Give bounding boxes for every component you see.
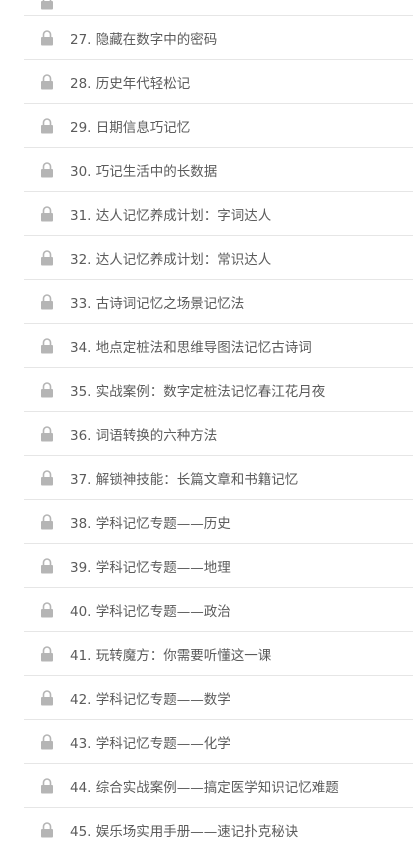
lock-icon	[41, 557, 53, 573]
lesson-row[interactable]: 39. 学科记忆专题——地理	[24, 544, 413, 588]
lesson-title: 38. 学科记忆专题——历史	[70, 515, 231, 532]
lesson-row[interactable]: 43. 学科记忆专题——化学	[24, 720, 413, 764]
lesson-row[interactable]: 31. 达人记忆养成计划：字词达人	[24, 192, 413, 236]
lesson-title: 31. 达人记忆养成计划：字词达人	[70, 207, 272, 224]
lock-icon	[41, 249, 53, 265]
lesson-row[interactable]: 38. 学科记忆专题——历史	[24, 500, 413, 544]
lesson-row[interactable]: 34. 地点定桩法和思维导图法记忆古诗词	[24, 324, 413, 368]
lesson-title: 45. 娱乐场实用手册——速记扑克秘诀	[70, 824, 299, 840]
lesson-row[interactable]: 44. 综合实战案例——搞定医学知识记忆难题	[24, 764, 413, 808]
lock-icon	[41, 73, 53, 89]
lock-icon	[41, 425, 53, 441]
lock-icon	[41, 469, 53, 485]
lock-icon	[41, 381, 53, 397]
lesson-title: 37. 解锁神技能：长篇文章和书籍记忆	[70, 471, 299, 488]
lock-icon	[41, 822, 53, 838]
lock-icon	[41, 293, 53, 309]
lesson-title: 41. 玩转魔方：你需要听懂这一课	[70, 647, 272, 664]
lesson-list: 27. 隐藏在数字中的密码 28. 历史年代轻松记 29. 日期信息巧记忆 30…	[0, 0, 413, 852]
lesson-title: 42. 学科记忆专题——数学	[70, 691, 231, 708]
lesson-row[interactable]: 28. 历史年代轻松记	[24, 60, 413, 104]
lock-icon	[41, 777, 53, 793]
lesson-row[interactable]	[24, 0, 413, 16]
lock-icon	[41, 689, 53, 705]
lock-icon	[41, 161, 53, 177]
lock-icon	[41, 733, 53, 749]
lesson-title: 44. 综合实战案例——搞定医学知识记忆难题	[70, 779, 339, 796]
lesson-row[interactable]: 37. 解锁神技能：长篇文章和书籍记忆	[24, 456, 413, 500]
lock-icon	[41, 337, 53, 353]
lesson-row[interactable]: 45. 娱乐场实用手册——速记扑克秘诀	[24, 808, 413, 852]
lesson-row[interactable]: 41. 玩转魔方：你需要听懂这一课	[24, 632, 413, 676]
lesson-title: 32. 达人记忆养成计划：常识达人	[70, 251, 272, 268]
lesson-title: 28. 历史年代轻松记	[70, 75, 191, 92]
lock-icon	[41, 0, 53, 10]
lesson-row[interactable]: 42. 学科记忆专题——数学	[24, 676, 413, 720]
lesson-title: 39. 学科记忆专题——地理	[70, 559, 231, 576]
lesson-row[interactable]: 32. 达人记忆养成计划：常识达人	[24, 236, 413, 280]
lesson-row[interactable]: 29. 日期信息巧记忆	[24, 104, 413, 148]
lesson-row[interactable]: 40. 学科记忆专题——政治	[24, 588, 413, 632]
lock-icon	[41, 205, 53, 221]
lesson-row[interactable]: 35. 实战案例：数字定桩法记忆春江花月夜	[24, 368, 413, 412]
lesson-row[interactable]: 33. 古诗词记忆之场景记忆法	[24, 280, 413, 324]
lesson-title: 36. 词语转换的六种方法	[70, 427, 218, 444]
lock-icon	[41, 645, 53, 661]
lesson-title: 29. 日期信息巧记忆	[70, 119, 191, 136]
lock-icon	[41, 117, 53, 133]
lesson-title: 30. 巧记生活中的长数据	[70, 163, 218, 180]
lesson-row[interactable]: 27. 隐藏在数字中的密码	[24, 16, 413, 60]
lock-icon	[41, 29, 53, 45]
lesson-title: 27. 隐藏在数字中的密码	[70, 31, 218, 48]
lesson-title: 43. 学科记忆专题——化学	[70, 735, 231, 752]
lock-icon	[41, 513, 53, 529]
lesson-row[interactable]: 30. 巧记生活中的长数据	[24, 148, 413, 192]
lesson-title: 40. 学科记忆专题——政治	[70, 603, 231, 620]
lesson-title: 33. 古诗词记忆之场景记忆法	[70, 295, 245, 312]
lesson-title: 34. 地点定桩法和思维导图法记忆古诗词	[70, 339, 312, 356]
lesson-title: 35. 实战案例：数字定桩法记忆春江花月夜	[70, 383, 326, 400]
lesson-row[interactable]: 36. 词语转换的六种方法	[24, 412, 413, 456]
lock-icon	[41, 601, 53, 617]
